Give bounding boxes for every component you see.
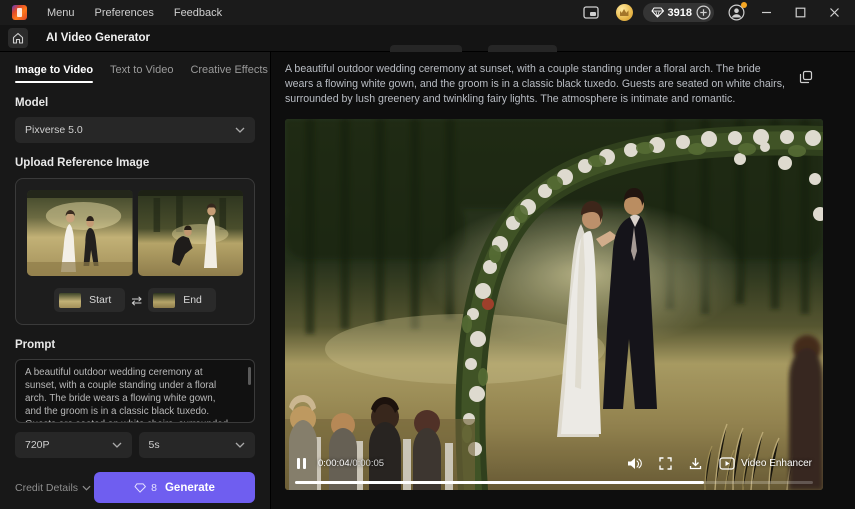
- credits-pill[interactable]: 3918: [643, 3, 714, 22]
- mode-tabs: Image to Video Text to Video Creative Ef…: [15, 64, 255, 83]
- video-enhancer-label: Video Enhancer: [741, 458, 812, 469]
- notification-badge: [741, 2, 747, 8]
- app-logo-icon: [12, 5, 27, 20]
- end-frame-button[interactable]: End: [148, 288, 216, 312]
- chevron-down-icon: [82, 485, 91, 491]
- prompt-field-wrap: A beautiful outdoor wedding ceremony at …: [15, 359, 255, 423]
- generator-panel: Image to Video Text to Video Creative Ef…: [0, 52, 271, 509]
- copy-icon: [799, 70, 813, 84]
- copy-prompt-button[interactable]: [799, 70, 813, 84]
- model-label: Model: [15, 97, 255, 109]
- start-frame-button[interactable]: Start: [54, 288, 125, 312]
- end-frame-thumbnail[interactable]: [138, 190, 244, 276]
- titlebar: Menu Preferences Feedback 3918: [0, 0, 855, 25]
- chevron-down-icon: [112, 442, 122, 448]
- download-button[interactable]: [689, 457, 702, 470]
- history-thumbnail-edge: [390, 45, 462, 52]
- video-enhancer-icon: [719, 457, 735, 470]
- chevron-down-icon: [235, 442, 245, 448]
- prompt-input[interactable]: A beautiful outdoor wedding ceremony at …: [16, 360, 238, 422]
- current-time: 0:00:04: [318, 458, 350, 469]
- minimize-button[interactable]: [753, 4, 779, 22]
- gem-icon: [651, 7, 664, 18]
- credit-details-toggle[interactable]: Credit Details: [15, 482, 91, 494]
- pause-button[interactable]: [296, 457, 307, 470]
- credit-details-label: Credit Details: [15, 482, 78, 494]
- resolution-select[interactable]: 720P: [15, 432, 132, 458]
- duration-value: 5s: [149, 439, 160, 451]
- profile-button[interactable]: [728, 4, 745, 21]
- tab-image-to-video[interactable]: Image to Video: [15, 64, 93, 83]
- wedding-video-frame: [285, 119, 823, 490]
- seek-progress: [295, 481, 704, 484]
- reference-image-box: Start ⇄ End: [15, 178, 255, 325]
- generate-cost: 8: [151, 482, 157, 494]
- preferences-button[interactable]: Preferences: [95, 7, 154, 19]
- video-controls: 0:00:04/0:00:05: [285, 452, 823, 474]
- screencast-icon[interactable]: [580, 5, 602, 21]
- prompt-scrollbar[interactable]: [248, 367, 251, 385]
- preview-panel: A beautiful outdoor wedding ceremony at …: [271, 52, 855, 509]
- app-window: Menu Preferences Feedback 3918: [0, 0, 855, 509]
- page-title: AI Video Generator: [46, 32, 150, 44]
- resolution-value: 720P: [25, 439, 50, 451]
- home-button[interactable]: [8, 28, 28, 48]
- start-label: Start: [89, 294, 111, 306]
- tab-creative-effects[interactable]: Creative Effects: [190, 64, 267, 83]
- model-select[interactable]: Pixverse 5.0: [15, 117, 255, 143]
- video-player[interactable]: 0:00:04/0:00:05: [285, 119, 823, 490]
- generation-description: A beautiful outdoor wedding ceremony at …: [285, 62, 787, 107]
- add-credits-icon[interactable]: [696, 5, 711, 20]
- end-mini-thumb: [153, 293, 175, 308]
- credits-count: 3918: [668, 7, 692, 19]
- start-frame-thumbnail[interactable]: [27, 190, 133, 276]
- video-enhancer-button[interactable]: Video Enhancer: [719, 457, 812, 470]
- total-duration: 0:00:05: [352, 458, 384, 469]
- volume-button[interactable]: [627, 457, 642, 470]
- start-frame-image: [27, 190, 133, 276]
- history-thumbnail-edge: [488, 45, 557, 52]
- vip-avatar[interactable]: [616, 4, 633, 21]
- upload-label: Upload Reference Image: [15, 157, 255, 169]
- home-icon: [12, 32, 24, 44]
- model-value: Pixverse 5.0: [25, 124, 83, 136]
- start-mini-thumb: [59, 293, 81, 308]
- seek-bar[interactable]: [295, 481, 813, 484]
- tab-text-to-video[interactable]: Text to Video: [110, 64, 173, 83]
- generate-label: Generate: [165, 482, 215, 494]
- swap-icon[interactable]: ⇄: [131, 294, 142, 307]
- end-label: End: [183, 294, 202, 306]
- close-button[interactable]: [821, 4, 847, 22]
- menu-button[interactable]: Menu: [47, 7, 75, 19]
- feedback-button[interactable]: Feedback: [174, 7, 222, 19]
- time-display: 0:00:04/0:00:05: [318, 458, 384, 469]
- duration-select[interactable]: 5s: [139, 432, 256, 458]
- fullscreen-button[interactable]: [659, 457, 672, 470]
- prompt-label: Prompt: [15, 339, 255, 351]
- maximize-button[interactable]: [787, 4, 813, 22]
- gem-icon: [134, 483, 146, 493]
- chevron-down-icon: [235, 127, 245, 133]
- generate-button[interactable]: 8 Generate: [94, 472, 255, 503]
- end-frame-image: [138, 190, 244, 276]
